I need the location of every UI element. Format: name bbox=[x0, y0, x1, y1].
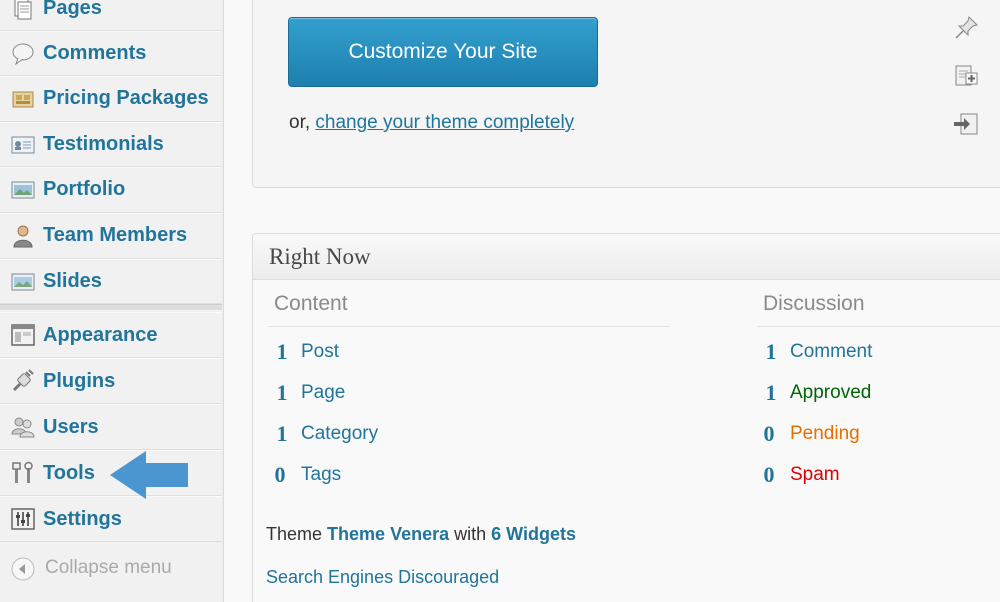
post-link[interactable]: Post bbox=[301, 341, 339, 363]
comments-icon bbox=[10, 41, 36, 67]
sidebar-item-pricing-packages[interactable]: Pricing Packages bbox=[0, 76, 222, 122]
comment-count[interactable]: 1 bbox=[757, 339, 785, 365]
sidebar-item-team-members[interactable]: Team Members bbox=[0, 213, 222, 259]
sidebar-item-label: Team Members bbox=[43, 224, 188, 246]
sidebar-item-slides[interactable]: Slides bbox=[0, 259, 222, 304]
sidebar-item-label: Users bbox=[43, 416, 99, 438]
search-engines-discouraged-link[interactable]: Search Engines Discouraged bbox=[266, 567, 499, 588]
sidebar-item-comments[interactable]: Comments bbox=[0, 31, 222, 76]
category-count[interactable]: 1 bbox=[268, 421, 296, 447]
sidebar-item-appearance[interactable]: Appearance bbox=[0, 312, 222, 358]
right-now-panel bbox=[252, 233, 1000, 602]
tags-link[interactable]: Tags bbox=[301, 464, 341, 486]
theme-prefix: Theme bbox=[266, 524, 323, 544]
widgets-link[interactable]: 6 Widgets bbox=[491, 524, 576, 544]
admin-sidebar: Pages Comments Pricing Packages Testimon… bbox=[0, 0, 224, 602]
add-widget-icon[interactable] bbox=[952, 62, 980, 90]
collapse-menu-label: Collapse menu bbox=[45, 557, 172, 578]
login-icon[interactable] bbox=[952, 110, 980, 138]
sidebar-item-settings[interactable]: Settings bbox=[0, 496, 222, 542]
collapse-arrow-icon bbox=[10, 556, 36, 582]
blue-arrow-left-icon bbox=[108, 449, 190, 501]
sidebar-item-label: Pages bbox=[43, 0, 102, 19]
pages-icon bbox=[10, 0, 36, 22]
change-theme-line: or, change your theme completely bbox=[289, 112, 574, 134]
theme-with-text: with bbox=[454, 524, 487, 544]
menu-separator bbox=[0, 304, 222, 311]
appearance-icon bbox=[10, 322, 36, 348]
tags-count[interactable]: 0 bbox=[266, 462, 294, 488]
sidebar-item-testimonials[interactable]: Testimonials bbox=[0, 122, 222, 167]
users-icon bbox=[10, 414, 36, 440]
plugins-icon bbox=[10, 368, 36, 394]
page-link[interactable]: Page bbox=[301, 382, 345, 404]
comment-link[interactable]: Comment bbox=[790, 341, 872, 363]
sidebar-item-label: Plugins bbox=[43, 370, 116, 392]
content-divider bbox=[268, 326, 669, 327]
pricing-packages-icon bbox=[10, 86, 36, 112]
tools-icon bbox=[10, 460, 36, 486]
right-now-title: Right Now bbox=[269, 244, 371, 269]
approved-count[interactable]: 1 bbox=[757, 380, 785, 406]
sidebar-item-label: Slides bbox=[43, 270, 102, 292]
discussion-heading: Discussion bbox=[763, 292, 865, 315]
post-count[interactable]: 1 bbox=[268, 339, 296, 365]
sidebar-item-pages[interactable]: Pages bbox=[0, 0, 222, 31]
page-count[interactable]: 1 bbox=[268, 380, 296, 406]
settings-icon bbox=[10, 506, 36, 532]
sidebar-item-users[interactable]: Users bbox=[0, 404, 222, 450]
collapse-menu-button[interactable]: Collapse menu bbox=[0, 547, 222, 591]
sidebar-item-label: Testimonials bbox=[43, 133, 164, 155]
pending-count[interactable]: 0 bbox=[755, 421, 783, 447]
sidebar-item-portfolio[interactable]: Portfolio bbox=[0, 167, 222, 213]
testimonials-icon bbox=[10, 132, 36, 158]
category-link[interactable]: Category bbox=[301, 423, 378, 445]
slides-icon bbox=[10, 269, 36, 295]
pin-icon[interactable] bbox=[952, 14, 980, 42]
team-members-icon bbox=[10, 223, 36, 249]
approved-link[interactable]: Approved bbox=[790, 382, 871, 404]
content-heading: Content bbox=[274, 292, 348, 315]
sidebar-item-label: Comments bbox=[43, 42, 147, 64]
discussion-divider bbox=[757, 326, 1000, 327]
theme-name-link[interactable]: Theme Venera bbox=[327, 524, 449, 544]
theme-info-line: Theme Theme Venera with 6 Widgets bbox=[266, 524, 576, 545]
sidebar-item-label: Portfolio bbox=[43, 178, 126, 200]
sidebar-item-label: Tools bbox=[43, 462, 95, 484]
sidebar-item-label: Settings bbox=[43, 508, 122, 530]
or-text: or, bbox=[289, 112, 311, 133]
sidebar-item-label: Appearance bbox=[43, 324, 158, 346]
customize-site-button[interactable]: Customize Your Site bbox=[288, 17, 598, 87]
pending-link[interactable]: Pending bbox=[790, 423, 860, 445]
spam-link[interactable]: Spam bbox=[790, 464, 840, 486]
change-theme-link[interactable]: change your theme completely bbox=[315, 112, 574, 133]
sidebar-item-plugins[interactable]: Plugins bbox=[0, 358, 222, 404]
portfolio-icon bbox=[10, 177, 36, 203]
sidebar-item-label: Pricing Packages bbox=[43, 87, 209, 109]
spam-count[interactable]: 0 bbox=[755, 462, 783, 488]
